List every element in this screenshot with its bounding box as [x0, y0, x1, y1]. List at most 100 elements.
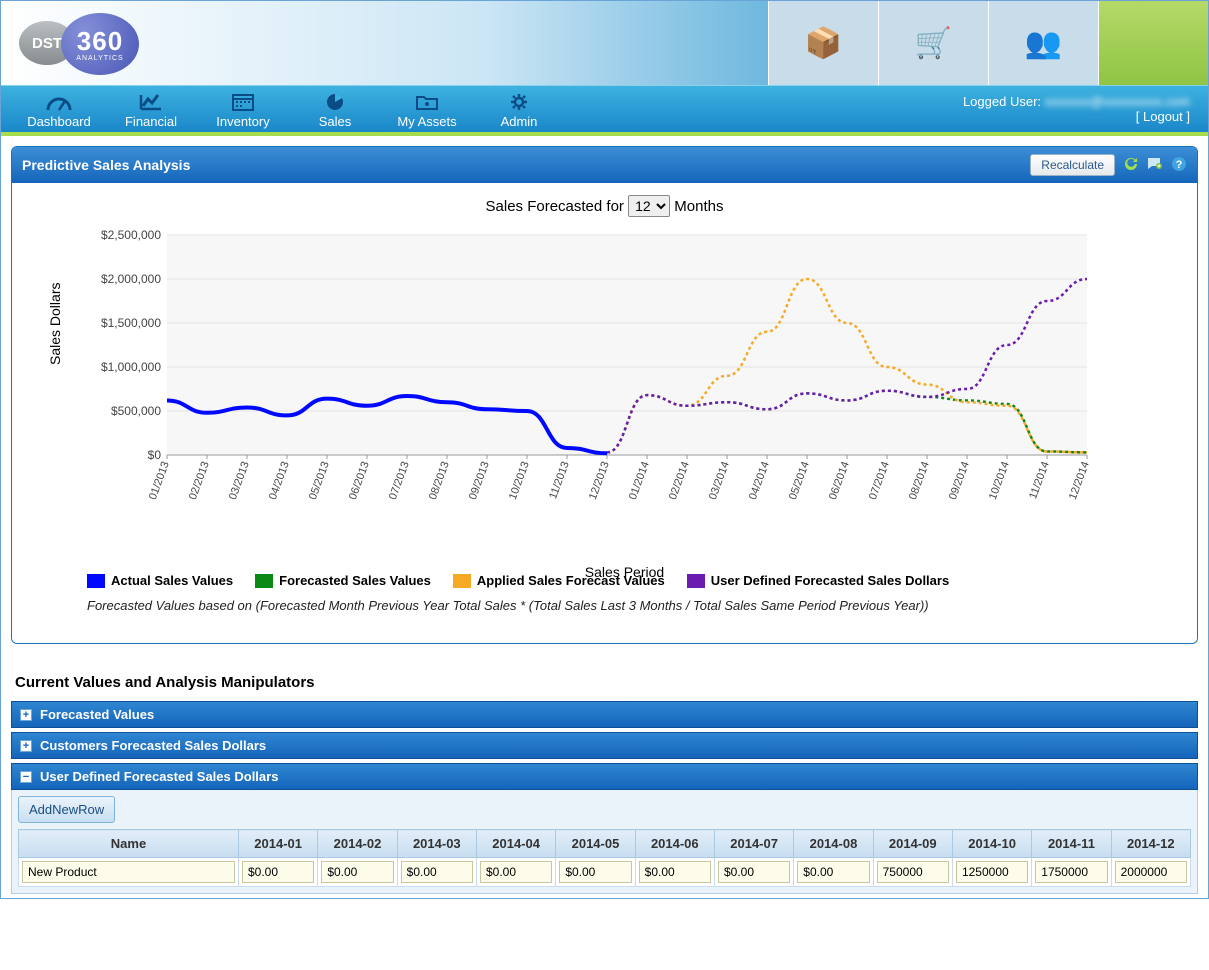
- month-value-input[interactable]: [956, 861, 1028, 883]
- table-header: 2014-01: [239, 830, 318, 858]
- table-header: 2014-02: [318, 830, 397, 858]
- svg-text:08/2013: 08/2013: [427, 460, 452, 501]
- month-value-input[interactable]: [401, 861, 473, 883]
- nav-dashboard[interactable]: Dashboard: [13, 90, 105, 129]
- comment-icon[interactable]: [1147, 156, 1163, 175]
- banner-image-2: 🛒: [878, 1, 988, 86]
- calendar-icon: [197, 92, 289, 112]
- nav-sales[interactable]: Sales: [289, 90, 381, 129]
- svg-text:05/2013: 05/2013: [307, 460, 332, 501]
- panel-title: Predictive Sales Analysis: [22, 157, 190, 173]
- svg-text:02/2013: 02/2013: [187, 460, 212, 501]
- svg-text:03/2013: 03/2013: [227, 460, 252, 501]
- banner-images: 📦 🛒 👥: [768, 1, 1208, 86]
- forecast-formula: Forecasted Values based on (Forecasted M…: [87, 598, 1172, 613]
- refresh-icon[interactable]: [1123, 156, 1139, 175]
- svg-text:09/2013: 09/2013: [467, 460, 492, 501]
- pie-icon: [289, 92, 381, 112]
- month-value-input[interactable]: [877, 861, 949, 883]
- svg-text:$1,000,000: $1,000,000: [101, 360, 161, 374]
- month-value-input[interactable]: [718, 861, 790, 883]
- nav-label: Admin: [501, 114, 538, 129]
- table-header: 2014-06: [635, 830, 714, 858]
- nav-inventory[interactable]: Inventory: [197, 90, 289, 129]
- svg-text:11/2013: 11/2013: [547, 460, 572, 501]
- month-value-input[interactable]: [242, 861, 314, 883]
- table-header: Name: [19, 830, 239, 858]
- month-value-input[interactable]: [797, 861, 869, 883]
- expand-icon: +: [20, 740, 32, 752]
- accordion-header[interactable]: −User Defined Forecasted Sales Dollars: [11, 763, 1198, 790]
- row-name-input[interactable]: [22, 861, 235, 883]
- gear-icon: [473, 92, 565, 112]
- svg-text:$500,000: $500,000: [111, 404, 161, 418]
- svg-text:01/2014: 01/2014: [627, 460, 652, 501]
- main-navbar: Dashboard Financial Inventory Sales My Asset…: [1, 86, 1208, 136]
- recalculate-button[interactable]: Recalculate: [1030, 154, 1115, 176]
- accordion-header[interactable]: + Customers Forecasted Sales Dollars: [11, 732, 1198, 759]
- logo: DST 360 ANALYTICS: [19, 17, 159, 71]
- analysis-panel: Predictive Sales Analysis Recalculate ? …: [11, 146, 1198, 644]
- month-value-input[interactable]: [480, 861, 552, 883]
- banner-image-1: 📦: [768, 1, 878, 86]
- chart-xlabel: Sales Period: [77, 564, 1172, 580]
- gauge-icon: [13, 92, 105, 112]
- logged-user-value: xxxxxxx@xxxxxxxxx.com: [1045, 94, 1190, 109]
- header-banner: DST 360 ANALYTICS 📦 🛒 👥: [1, 1, 1208, 86]
- accordion-header[interactable]: +Forecasted Values: [11, 701, 1198, 728]
- logged-user-label: Logged User:: [963, 94, 1045, 109]
- nav-label: Dashboard: [27, 114, 91, 129]
- month-value-input[interactable]: [559, 861, 631, 883]
- forecast-label-post: Months: [674, 198, 723, 215]
- panel-header: Predictive Sales Analysis Recalculate ?: [12, 147, 1197, 183]
- table-header: 2014-09: [873, 830, 952, 858]
- expand-icon: +: [20, 709, 32, 721]
- table-header: 2014-11: [1032, 830, 1111, 858]
- svg-text:?: ?: [1176, 159, 1183, 171]
- nav-label: Financial: [125, 114, 177, 129]
- table-header: 2014-05: [556, 830, 635, 858]
- nav-financial[interactable]: Financial: [105, 90, 197, 129]
- svg-text:02/2014: 02/2014: [667, 460, 692, 501]
- month-value-input[interactable]: [639, 861, 711, 883]
- month-value-input[interactable]: [321, 861, 393, 883]
- nav-my-assets[interactable]: My Assets: [381, 90, 473, 129]
- svg-text:08/2014: 08/2014: [907, 460, 932, 501]
- logout-link[interactable]: [ Logout ]: [1136, 109, 1190, 124]
- folder-icon: [381, 92, 473, 112]
- table-header: 2014-03: [397, 830, 476, 858]
- nav-user-area: Logged User: xxxxxxx@xxxxxxxxx.com [ Log…: [963, 94, 1196, 124]
- table-header: 2014-12: [1111, 830, 1190, 858]
- nav-label: Sales: [319, 114, 352, 129]
- add-new-row-button[interactable]: AddNewRow: [18, 796, 115, 823]
- forecast-months-select[interactable]: 12: [628, 195, 670, 217]
- user-defined-table: Name2014-012014-022014-032014-042014-052…: [18, 829, 1191, 887]
- svg-text:04/2013: 04/2013: [267, 460, 292, 501]
- panel-tools: Recalculate ?: [1030, 154, 1187, 176]
- svg-text:10/2014: 10/2014: [987, 460, 1012, 501]
- svg-text:11/2014: 11/2014: [1027, 460, 1052, 501]
- table-header: 2014-08: [794, 830, 873, 858]
- svg-text:12/2014: 12/2014: [1067, 460, 1092, 501]
- accordion-0: +Forecasted Values: [11, 701, 1198, 728]
- panel-body: Sales Forecasted for 12 Months Sales Dol…: [12, 183, 1197, 643]
- accordion-title: Customers Forecasted Sales Dollars: [40, 738, 266, 753]
- chart-line-icon: [105, 92, 197, 112]
- chart-area: Sales Dollars $0$500,000$1,000,000$1,500…: [77, 225, 1172, 555]
- accordion-title: User Defined Forecasted Sales Dollars: [40, 769, 278, 784]
- month-value-input[interactable]: [1115, 861, 1187, 883]
- month-value-input[interactable]: [1035, 861, 1107, 883]
- svg-text:$0: $0: [148, 448, 162, 462]
- svg-text:05/2014: 05/2014: [787, 460, 812, 501]
- svg-text:09/2014: 09/2014: [947, 460, 972, 501]
- logo-blue: 360 ANALYTICS: [61, 13, 139, 75]
- svg-text:07/2014: 07/2014: [867, 460, 892, 501]
- accordion-1: + Customers Forecasted Sales Dollars: [11, 732, 1198, 759]
- help-icon[interactable]: ?: [1171, 156, 1187, 175]
- svg-text:$2,500,000: $2,500,000: [101, 228, 161, 242]
- manipulators-section-title: Current Values and Analysis Manipulators: [15, 674, 1198, 691]
- banner-image-3: 👥: [988, 1, 1098, 86]
- nav-admin[interactable]: Admin: [473, 90, 565, 129]
- svg-text:07/2013: 07/2013: [387, 460, 412, 501]
- sales-chart: $0$500,000$1,000,000$1,500,000$2,000,000…: [77, 225, 1097, 520]
